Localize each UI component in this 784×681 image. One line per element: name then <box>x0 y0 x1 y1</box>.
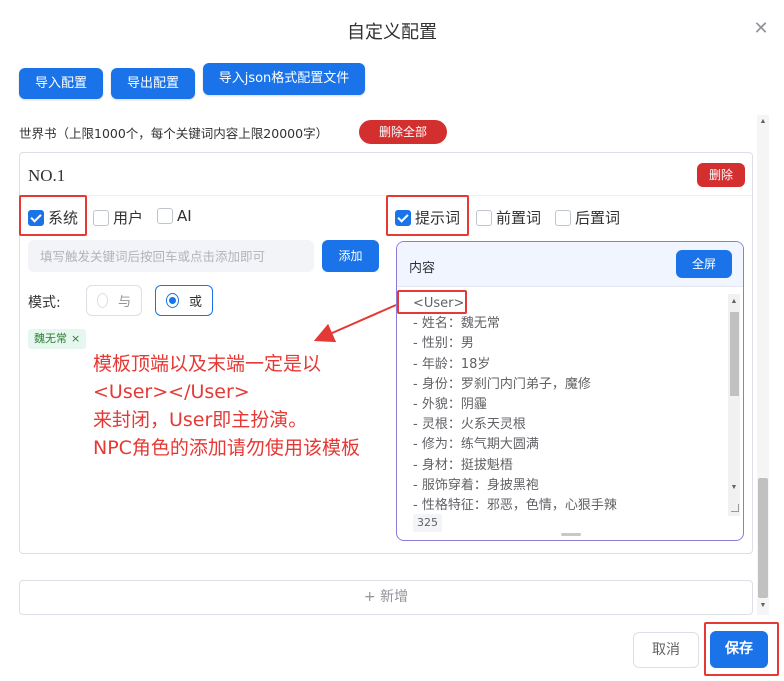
content-line: - 身材：挺拔魁梧 <box>413 457 513 473</box>
checkbox-prefix[interactable]: 前置词 <box>476 207 541 228</box>
checkbox-icon[interactable] <box>476 209 492 226</box>
scroll-up-icon[interactable]: ▲ <box>757 116 769 128</box>
annotation-line: 模板顶端以及末端一定是以 <box>93 353 322 375</box>
mode-label: 模式: <box>28 295 61 311</box>
highlight-box <box>19 195 87 236</box>
checkbox-label: 后置词 <box>575 209 621 227</box>
content-line: - 外貌：阴霾 <box>413 397 487 413</box>
highlight-box <box>397 290 467 314</box>
content-panel: 内容 全屏 <User> - 姓名：魏无常 - 性别：男 - 年龄：18岁 - … <box>396 241 744 541</box>
mode-option-or[interactable]: 或 <box>155 285 213 316</box>
resize-handle-icon[interactable] <box>731 504 739 512</box>
content-line: - 年龄：18岁 <box>413 356 491 372</box>
scroll-down-icon[interactable]: ▼ <box>757 600 769 612</box>
content-header: 内容 全屏 <box>397 242 743 287</box>
content-textarea[interactable]: <User> - 姓名：魏无常 - 性别：男 - 年龄：18岁 - 身份：罗刹门… <box>413 294 727 516</box>
scroll-up-icon[interactable]: ▲ <box>728 296 740 308</box>
resize-grip-icon[interactable] <box>561 533 581 536</box>
checkbox-label: AI <box>177 207 192 225</box>
export-config-button[interactable]: 导出配置 <box>111 68 195 99</box>
checkbox-icon[interactable] <box>157 208 173 224</box>
content-line: - 服饰穿着：身披黑袍 <box>413 477 539 493</box>
content-line: - 修为：练气期大圆满 <box>413 437 539 453</box>
scroll-down-icon[interactable]: ▼ <box>728 482 740 494</box>
checkbox-suffix[interactable]: 后置词 <box>555 207 620 228</box>
char-count-badge: 325 <box>413 514 442 532</box>
highlight-box <box>386 195 469 236</box>
entry-delete-button[interactable]: 删除 <box>697 163 745 187</box>
content-line: - 性别：男 <box>413 336 474 352</box>
annotation-note: 模板顶端以及末端一定是以 <User></User> 来封闭，User即主扮演。… <box>93 350 393 462</box>
page-scrollbar-thumb[interactable] <box>758 478 768 598</box>
keyword-input[interactable] <box>28 240 314 272</box>
content-line: - 身份：罗刹门内门弟子，魔修 <box>413 376 591 392</box>
keyword-tag: 魏无常 × <box>28 329 87 349</box>
radio-icon[interactable] <box>97 293 108 308</box>
annotation-line: <User></User> <box>93 381 250 403</box>
radio-label: 与 <box>117 295 131 310</box>
checkbox-ai[interactable]: AI <box>157 207 192 225</box>
cancel-button[interactable]: 取消 <box>633 632 699 668</box>
highlight-box <box>704 622 779 676</box>
close-icon[interactable]: ✕ <box>752 20 770 38</box>
checkbox-label: 用户 <box>113 209 144 227</box>
worldbook-label: 世界书（上限1000个，每个关键词内容上限20000字） <box>19 126 329 141</box>
content-scrollbar-thumb[interactable] <box>730 312 739 396</box>
mode-option-and[interactable]: 与 <box>86 285 142 316</box>
checkbox-icon[interactable] <box>555 209 571 226</box>
delete-all-button[interactable]: 删除全部 <box>359 120 447 144</box>
checkbox-icon[interactable] <box>93 209 109 226</box>
content-line: - 性格特征：邪恶，色情，心狠手辣 <box>413 498 617 514</box>
import-config-button[interactable]: 导入配置 <box>19 68 103 99</box>
content-header-label: 内容 <box>409 261 436 276</box>
radio-selected-icon[interactable] <box>166 293 179 308</box>
add-keyword-button[interactable]: 添加 <box>322 240 379 272</box>
content-line: - 灵根：火系天灵根 <box>413 417 526 433</box>
tag-label: 魏无常 <box>34 332 67 345</box>
annotation-line: 来封闭，User即主扮演。 <box>93 409 308 431</box>
entry-title: NO.1 <box>28 166 66 185</box>
checkbox-user[interactable]: 用户 <box>93 207 143 228</box>
annotation-line: NPC角色的添加请勿使用该模板 <box>93 437 360 459</box>
checkbox-label: 前置词 <box>496 209 542 227</box>
tag-close-icon[interactable]: × <box>71 329 80 349</box>
fullscreen-button[interactable]: 全屏 <box>676 250 732 278</box>
radio-label: 或 <box>188 295 202 310</box>
content-line: - 姓名：魏无常 <box>413 316 500 332</box>
add-entry-button[interactable]: + 新增 <box>19 580 753 615</box>
import-json-button[interactable]: 导入json格式配置文件 <box>203 63 365 95</box>
dialog-title: 自定义配置 <box>347 22 437 43</box>
